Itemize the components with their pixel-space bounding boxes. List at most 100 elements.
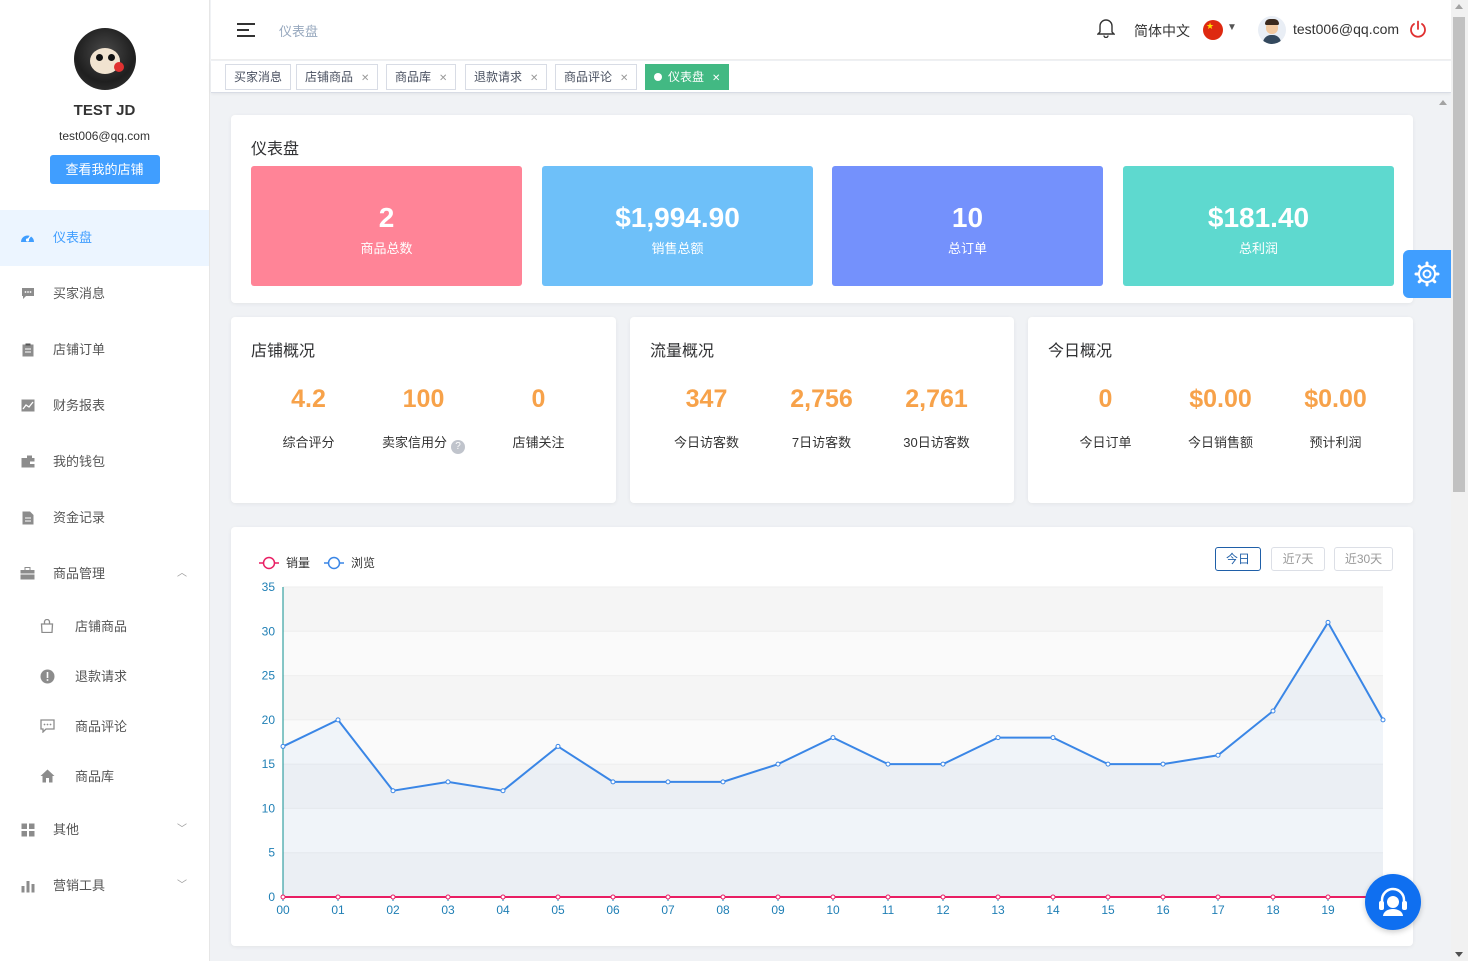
sidebar-item-fund-records[interactable]: 资金记录 bbox=[0, 490, 209, 546]
data-point bbox=[1325, 619, 1331, 625]
scroll-down-arrow-icon[interactable] bbox=[1455, 952, 1463, 957]
document-icon bbox=[20, 511, 35, 525]
tag-store-products[interactable]: 店铺商品 ✕ bbox=[296, 64, 379, 90]
user-email[interactable]: test006@qq.com bbox=[1293, 21, 1399, 37]
briefcase-icon bbox=[20, 567, 35, 581]
data-point bbox=[280, 743, 286, 749]
sidebar-item-label: 资金记录 bbox=[53, 510, 106, 525]
sidebar-item-product-management[interactable]: 商品管理 ︿ bbox=[0, 546, 209, 602]
bell-icon[interactable] bbox=[1096, 18, 1116, 39]
window-scrollbar[interactable] bbox=[1451, 0, 1468, 961]
dashboard-icon bbox=[20, 231, 35, 245]
x-tick-label: 09 bbox=[771, 903, 785, 917]
help-question-icon[interactable]: ? bbox=[451, 440, 465, 454]
sidebar-subitem-refund-requests[interactable]: 退款请求 bbox=[0, 652, 209, 702]
settings-gear-button[interactable] bbox=[1403, 250, 1451, 298]
user-avatar[interactable] bbox=[1258, 16, 1286, 44]
logout-power-icon[interactable] bbox=[1409, 20, 1427, 38]
sidebar: TEST JD test006@qq.com 查看我的店铺 仪表盘 买家消息 店… bbox=[0, 0, 210, 961]
message-icon bbox=[20, 287, 35, 301]
inner-scroll-up-arrow-icon[interactable] bbox=[1439, 100, 1447, 105]
legend-marker bbox=[327, 556, 341, 570]
stat-total-orders[interactable]: 10 总订单 bbox=[832, 166, 1103, 286]
data-point bbox=[610, 894, 616, 900]
tag-product-library[interactable]: 商品库 ✕ bbox=[386, 64, 457, 90]
clipboard-icon bbox=[20, 343, 35, 357]
overview-item: 2,756 7日访客数 bbox=[764, 385, 879, 451]
tag-buyer-messages[interactable]: 买家消息 bbox=[225, 64, 292, 90]
line-chart[interactable]: 0510152025303500 01 02 03 04 05 06 07 08 09 10 11 12… bbox=[231, 527, 1413, 946]
sidebar-item-label: 商品管理 bbox=[53, 566, 106, 581]
data-point bbox=[1105, 761, 1111, 767]
close-icon[interactable]: ✕ bbox=[361, 73, 369, 84]
overview-label: 7日访客数 bbox=[791, 435, 852, 450]
overview-value: 2,761 bbox=[905, 385, 968, 413]
tag-refund-requests[interactable]: 退款请求 ✕ bbox=[465, 64, 548, 90]
data-point bbox=[940, 761, 946, 767]
grid-band bbox=[283, 631, 1383, 676]
legend-marker bbox=[262, 556, 276, 570]
sidebar-subitem-product-library[interactable]: 商品库 bbox=[0, 752, 209, 802]
stat-total-sales[interactable]: $1,994.90 销售总额 bbox=[542, 166, 813, 286]
sidebar-item-other[interactable]: 其他 ﹀ bbox=[0, 802, 209, 858]
overview-item: $0.00 今日销售额 bbox=[1163, 385, 1278, 451]
data-point bbox=[775, 761, 781, 767]
view-my-shop-button[interactable]: 查看我的店铺 bbox=[49, 155, 160, 184]
shop-email: test006@qq.com bbox=[59, 129, 150, 143]
caret-down-icon[interactable]: ▼ bbox=[1227, 22, 1237, 33]
x-tick-label: 01 bbox=[331, 903, 345, 917]
overview-label-row: 卖家信用分? bbox=[366, 432, 481, 454]
grid-icon bbox=[20, 823, 35, 837]
sidebar-item-buyer-messages[interactable]: 买家消息 bbox=[0, 266, 209, 322]
sidebar-item-dashboard[interactable]: 仪表盘 bbox=[0, 210, 209, 266]
overview-value: 0 bbox=[531, 385, 546, 413]
sidebar-subitem-product-reviews[interactable]: 商品评论 bbox=[0, 702, 209, 752]
scrollbar-thumb[interactable] bbox=[1453, 17, 1465, 492]
scroll-up-arrow-icon[interactable] bbox=[1455, 4, 1463, 9]
stat-total-products[interactable]: 2 商品总数 bbox=[251, 166, 522, 286]
sidebar-subitem-label: 店铺商品 bbox=[75, 619, 128, 634]
sidebar-subitem-label: 商品评论 bbox=[75, 719, 128, 734]
y-tick-label: 10 bbox=[262, 801, 276, 815]
shop-avatar bbox=[73, 28, 136, 90]
tag-dashboard[interactable]: 仪表盘 ✕ bbox=[645, 64, 730, 90]
data-point bbox=[1270, 894, 1276, 900]
data-point bbox=[390, 788, 396, 794]
close-icon[interactable]: ✕ bbox=[620, 73, 628, 84]
data-point bbox=[1270, 708, 1276, 714]
comment-icon bbox=[39, 719, 55, 735]
tag-product-reviews[interactable]: 商品评论 ✕ bbox=[555, 64, 638, 90]
customer-service-button[interactable] bbox=[1365, 874, 1421, 930]
overview-item: 0 店铺关注 bbox=[481, 385, 596, 451]
overview-label: 今日访客数 bbox=[673, 435, 739, 450]
china-flag-icon[interactable] bbox=[1203, 20, 1223, 40]
tags-view-bar: 买家消息 店铺商品 ✕ 商品库 ✕ 退款请求 ✕ 商品评论 ✕ 仪表盘 ✕ bbox=[211, 61, 1451, 93]
close-icon[interactable]: ✕ bbox=[439, 73, 447, 84]
gear-icon bbox=[1414, 261, 1440, 287]
sidebar-item-store-orders[interactable]: 店铺订单 bbox=[0, 322, 209, 378]
sidebar-item-my-wallet[interactable]: 我的钱包 bbox=[0, 434, 209, 490]
shopping-bag-icon bbox=[39, 618, 55, 635]
close-icon[interactable]: ✕ bbox=[530, 73, 538, 84]
y-tick-label: 20 bbox=[262, 713, 276, 727]
legend-label: 销量 bbox=[286, 556, 310, 570]
menu-toggle-icon[interactable] bbox=[237, 23, 255, 37]
sidebar-subitem-store-products[interactable]: 店铺商品 bbox=[0, 602, 209, 652]
stat-value: 10 bbox=[951, 202, 984, 233]
traffic-overview-card: 流量概况 347 今日访客数 2,756 7日访客数 2,761 30日访客数 bbox=[630, 317, 1014, 503]
breadcrumb[interactable]: 仪表盘 bbox=[279, 21, 318, 40]
close-icon[interactable]: ✕ bbox=[712, 73, 720, 84]
tag-label: 买家消息 bbox=[234, 70, 283, 84]
x-tick-label: 16 bbox=[1156, 903, 1170, 917]
stat-total-profit[interactable]: $181.40 总利润 bbox=[1123, 166, 1394, 286]
overview-item: 100 卖家信用分? bbox=[366, 385, 481, 454]
overview-value: $0.00 bbox=[1304, 385, 1367, 413]
sidebar-item-label: 店铺订单 bbox=[53, 342, 106, 357]
data-point bbox=[610, 779, 616, 785]
sidebar-item-marketing-tools[interactable]: 营销工具 ﹀ bbox=[0, 858, 209, 914]
data-point bbox=[1105, 894, 1111, 900]
overview-item: 0 今日订单 bbox=[1048, 385, 1163, 451]
y-tick-label: 5 bbox=[268, 846, 275, 860]
sidebar-item-financial-reports[interactable]: 财务报表 bbox=[0, 378, 209, 434]
language-selector[interactable]: 简体中文 bbox=[1134, 21, 1190, 41]
